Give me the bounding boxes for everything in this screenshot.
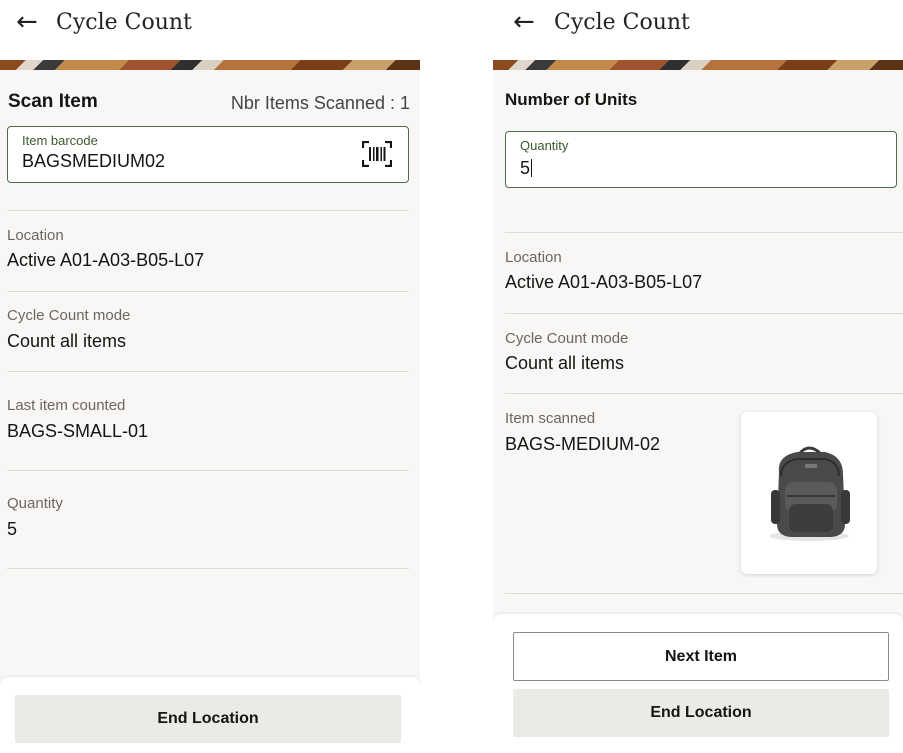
divider	[505, 313, 903, 314]
app-header: ← Cycle Count	[0, 0, 420, 60]
cycle-count-mode-label: Cycle Count mode	[7, 307, 131, 324]
divider	[505, 593, 903, 594]
divider	[7, 470, 409, 471]
item-image-card	[741, 412, 877, 574]
app-header: ← Cycle Count	[493, 0, 903, 60]
quantity-value: 5	[7, 519, 18, 539]
item-barcode-label: Item barcode	[22, 133, 98, 148]
item-scanned-label: Item scanned	[505, 410, 596, 427]
header-title: Cycle Count	[554, 10, 690, 35]
next-item-button[interactable]: Next Item	[513, 632, 889, 681]
location-value: Active A01-A03-B05-L07	[505, 272, 703, 292]
scan-item-screen: ← Cycle Count Scan Item Nbr Items Scanne…	[0, 0, 420, 753]
divider	[505, 232, 903, 233]
divider	[7, 210, 409, 211]
quantity-field-value-wrap[interactable]: 5	[520, 158, 533, 179]
divider	[7, 371, 409, 372]
location-value: Active A01-A03-B05-L07	[7, 250, 205, 270]
backpack-image	[769, 446, 850, 541]
items-scanned-count: Nbr Items Scanned : 1	[230, 93, 410, 113]
end-location-button[interactable]: End Location	[15, 695, 401, 743]
quantity-label: Quantity	[7, 495, 63, 512]
quantity-field-label: Quantity	[520, 138, 569, 153]
footer-actions: Next Item End Location	[493, 614, 903, 753]
section-title: Scan Item	[8, 91, 98, 112]
last-item-counted-label: Last item counted	[7, 397, 126, 414]
item-scanned-value: BAGS-MEDIUM-02	[505, 434, 661, 454]
divider	[505, 393, 903, 394]
cycle-count-mode-label: Cycle Count mode	[505, 330, 629, 347]
item-barcode-field[interactable]: Item barcode BAGSMEDIUM02	[7, 126, 409, 183]
quantity-field[interactable]: Quantity 5	[505, 131, 897, 188]
back-arrow-icon[interactable]: ←	[513, 8, 535, 36]
cycle-count-mode-value: Count all items	[7, 331, 127, 351]
divider	[7, 568, 409, 569]
header-banner	[0, 60, 420, 70]
divider	[7, 291, 409, 292]
text-caret	[531, 159, 533, 177]
quantity-field-value[interactable]: 5	[520, 158, 530, 178]
last-item-counted-value: BAGS-SMALL-01	[7, 421, 149, 441]
location-label: Location	[7, 227, 64, 244]
number-of-units-screen: ← Cycle Count Number of Units Quantity 5…	[493, 0, 903, 753]
end-location-button[interactable]: End Location	[513, 689, 889, 737]
cycle-count-mode-value: Count all items	[505, 353, 625, 373]
barcode-scan-icon[interactable]	[362, 141, 392, 167]
location-label: Location	[505, 249, 562, 266]
section-title: Number of Units	[505, 90, 638, 109]
back-arrow-icon[interactable]: ←	[16, 8, 38, 36]
item-barcode-value[interactable]: BAGSMEDIUM02	[22, 151, 165, 172]
header-banner	[493, 60, 903, 70]
header-title: Cycle Count	[56, 10, 192, 35]
footer-actions: End Location	[0, 677, 420, 753]
